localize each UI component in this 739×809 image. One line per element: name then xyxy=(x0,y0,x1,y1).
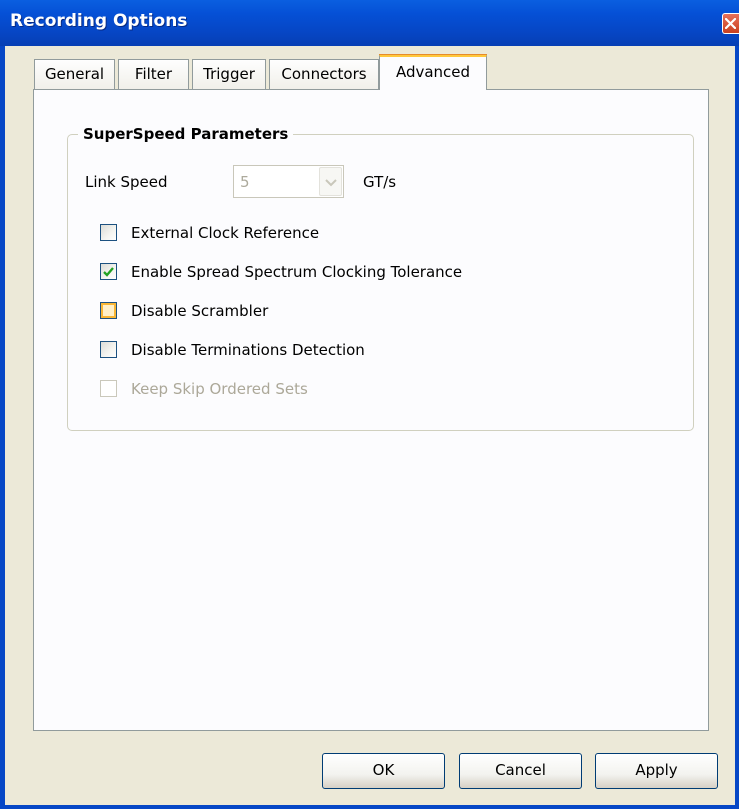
tab-connectors[interactable]: Connectors xyxy=(269,59,379,89)
checkbox-label: External Clock Reference xyxy=(131,224,320,242)
window-title: Recording Options xyxy=(10,11,188,31)
checkbox-label: Keep Skip Ordered Sets xyxy=(131,380,308,398)
cancel-button[interactable]: Cancel xyxy=(459,753,582,789)
close-button[interactable] xyxy=(722,13,739,34)
tab-filter[interactable]: Filter xyxy=(118,59,189,89)
group-title: SuperSpeed Parameters xyxy=(78,124,294,144)
tab-panel-advanced: SuperSpeed Parameters Link Speed 5 GT/s … xyxy=(33,89,709,731)
link-speed-label: Link Speed xyxy=(85,173,168,191)
link-speed-unit: GT/s xyxy=(363,173,397,191)
apply-button[interactable]: Apply xyxy=(595,753,718,789)
window-frame-bottom xyxy=(0,805,739,809)
checkbox-label: Disable Scrambler xyxy=(131,302,269,320)
disable-terminations-detection-checkbox[interactable] xyxy=(100,341,117,358)
disable-scrambler-checkbox[interactable] xyxy=(100,302,117,319)
tab-trigger[interactable]: Trigger xyxy=(192,59,266,89)
keep-skip-ordered-sets-checkbox xyxy=(100,380,117,397)
checkbox-label: Enable Spread Spectrum Clocking Toleranc… xyxy=(131,263,463,281)
link-speed-dropdown-button[interactable] xyxy=(319,167,342,196)
recording-options-dialog: Recording Options General Filter Trigger… xyxy=(0,0,739,809)
checkbox-label: Disable Terminations Detection xyxy=(131,341,365,359)
tab-advanced[interactable]: Advanced xyxy=(379,54,487,90)
window-frame-right xyxy=(735,46,739,809)
spread-spectrum-checkbox[interactable] xyxy=(100,263,117,280)
superspeed-parameters-group: SuperSpeed Parameters Link Speed 5 GT/s … xyxy=(67,124,694,431)
window-frame-left xyxy=(0,46,5,809)
external-clock-reference-checkbox[interactable] xyxy=(100,224,117,241)
title-bar[interactable]: Recording Options xyxy=(0,0,739,46)
ok-button[interactable]: OK xyxy=(322,753,445,789)
link-speed-value: 5 xyxy=(240,173,250,191)
tab-general[interactable]: General xyxy=(34,59,115,89)
link-speed-select[interactable]: 5 xyxy=(233,165,344,198)
